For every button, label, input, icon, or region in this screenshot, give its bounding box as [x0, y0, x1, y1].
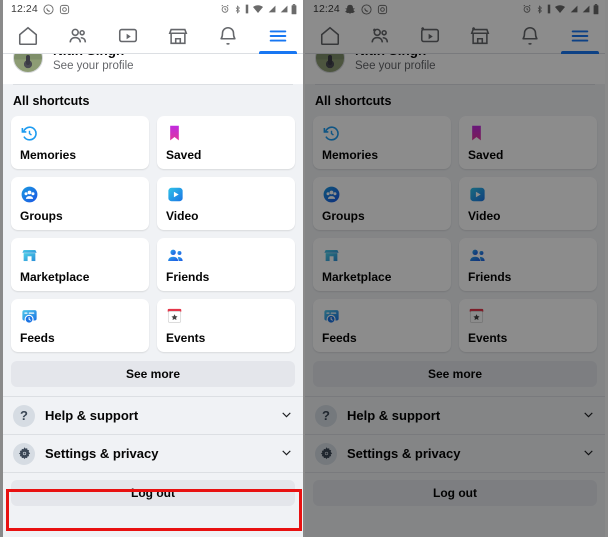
left-phone-panel: 12:24 See your profile All shortcuts Mem… — [0, 0, 304, 537]
right-panel-inner: 12:24 See your profile All shortcuts Mem… — [305, 0, 605, 537]
battery-icon — [291, 3, 297, 15]
shortcut-card-saved[interactable]: Saved — [157, 116, 295, 169]
nav-tab-marketplace[interactable] — [153, 18, 203, 53]
right-phone-panel: 12:24 See your profile All shortcuts Mem… — [304, 0, 608, 537]
section-title-all-shortcuts: All shortcuts — [3, 85, 303, 116]
chevron-down-icon — [280, 446, 293, 462]
profile-text-group: Nitin Singh See your profile — [53, 54, 134, 72]
left-panel-inner: 12:24 See your profile All shortcuts Mem… — [3, 0, 303, 537]
shortcuts-grid: Memories Saved Groups Video Marketplace … — [3, 116, 303, 352]
events-calendar-icon — [166, 306, 286, 326]
nav-tab-menu[interactable] — [253, 18, 303, 54]
shortcut-card-feeds[interactable]: Feeds — [11, 299, 149, 352]
chevron-down-icon — [280, 408, 293, 424]
gear-icon — [13, 442, 35, 465]
groups-icon — [20, 184, 140, 204]
vibrate-icon — [245, 4, 249, 14]
whatsapp-icon — [43, 3, 54, 15]
saved-bookmark-icon — [166, 123, 286, 143]
bluetooth-icon — [233, 4, 242, 15]
logout-wrap: Log out — [3, 472, 303, 514]
shortcut-label: Groups — [20, 209, 63, 223]
top-nav-bar-left — [3, 18, 303, 54]
see-more-wrap: See more — [3, 352, 303, 396]
shortcut-label: Saved — [166, 148, 202, 162]
wifi-icon — [252, 4, 264, 14]
signal-icon — [267, 4, 276, 14]
menu-row-label: Settings & privacy — [45, 446, 159, 461]
modal-scrim[interactable] — [305, 0, 605, 537]
profile-row[interactable]: Nitin Singh See your profile — [3, 54, 303, 84]
shortcut-card-memories[interactable]: Memories — [11, 116, 149, 169]
feeds-icon — [20, 306, 140, 326]
shortcut-card-groups[interactable]: Groups — [11, 177, 149, 230]
shortcut-card-marketplace[interactable]: Marketplace — [11, 238, 149, 291]
friends-people-icon — [166, 245, 286, 265]
see-more-button[interactable]: See more — [11, 361, 295, 387]
marketplace-store-icon — [20, 245, 140, 265]
screenshot-stage: 12:24 See your profile All shortcuts Mem… — [0, 0, 608, 537]
status-bar-left: 12:24 — [3, 0, 303, 18]
menu-row-label: Help & support — [45, 408, 139, 423]
profile-name: Nitin Singh — [53, 54, 134, 58]
signal-icon — [279, 4, 288, 14]
profile-subtitle: See your profile — [53, 60, 134, 72]
menu-row-help-support[interactable]: ? Help & support — [3, 396, 303, 434]
menu-content-left: Nitin Singh See your profile All shortcu… — [3, 54, 303, 537]
shortcut-card-events[interactable]: Events — [157, 299, 295, 352]
question-mark-icon: ? — [13, 404, 35, 427]
nav-tab-friends[interactable] — [53, 18, 103, 53]
logout-button[interactable]: Log out — [11, 480, 295, 506]
shortcut-card-video[interactable]: Video — [157, 177, 295, 230]
instagram-icon — [59, 4, 70, 15]
shortcut-label: Events — [166, 331, 206, 345]
status-bar-left-group: 12:24 — [11, 3, 70, 15]
shortcut-label: Video — [166, 209, 199, 223]
nav-tab-video[interactable] — [103, 18, 153, 53]
menu-row-settings-privacy[interactable]: Settings & privacy — [3, 434, 303, 472]
status-bar-clock: 12:24 — [11, 3, 38, 15]
shortcut-label: Marketplace — [20, 270, 90, 284]
shortcut-label: Friends — [166, 270, 210, 284]
nav-tab-home[interactable] — [3, 18, 53, 53]
status-bar-right-group — [220, 3, 297, 15]
avatar — [13, 54, 43, 73]
memories-clock-icon — [20, 123, 140, 143]
shortcut-label: Memories — [20, 148, 77, 162]
video-play-icon — [166, 184, 286, 204]
nav-tab-notifications[interactable] — [203, 18, 253, 53]
alarm-icon — [220, 4, 230, 14]
shortcut-card-friends[interactable]: Friends — [157, 238, 295, 291]
shortcut-label: Feeds — [20, 331, 55, 345]
